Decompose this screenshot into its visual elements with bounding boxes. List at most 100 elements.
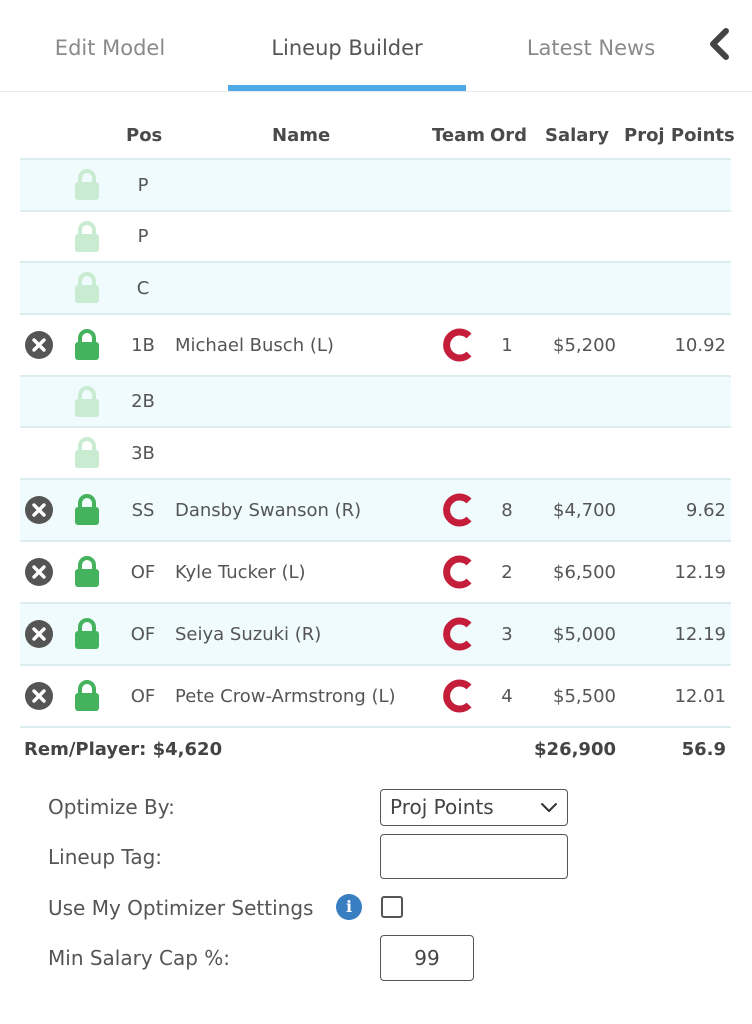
row-proj-points	[640, 212, 726, 261]
lock-player-button[interactable]	[73, 480, 103, 540]
row-pos: 1B	[131, 334, 155, 356]
row-salary: $6,500	[553, 561, 616, 583]
header-team: Team	[432, 125, 485, 146]
lock-icon	[73, 680, 101, 712]
tab-bar: Edit Model Lineup Builder Latest News	[0, 0, 752, 92]
row-pos: OF	[130, 561, 156, 583]
row-salary	[525, 160, 616, 210]
row-player-name[interactable]: Michael Busch (L)	[175, 315, 425, 375]
row-player-name	[175, 212, 425, 261]
row-proj-points	[640, 263, 726, 313]
row-player-name	[175, 263, 425, 313]
header-name: Name	[272, 125, 331, 146]
lock-icon	[73, 329, 101, 361]
row-salary: $5,200	[553, 334, 616, 356]
lock-player-button[interactable]	[73, 542, 103, 602]
table-row: 1B Michael Busch (L) 1 $5,200 10.92	[20, 315, 731, 377]
remove-player-button[interactable]	[24, 666, 56, 726]
row-batting-order: 2	[501, 561, 513, 583]
lock-player-button[interactable]	[73, 428, 103, 478]
use-optimizer-settings-label: Use My Optimizer Settings	[48, 896, 314, 920]
remove-player-button[interactable]	[24, 542, 56, 602]
row-player-name[interactable]: Seiya Suzuki (R)	[175, 604, 425, 664]
row-proj-points: 12.01	[674, 685, 726, 707]
lock-player-button[interactable]	[73, 212, 103, 261]
row-pos: 3B	[131, 442, 155, 464]
lock-player-button[interactable]	[73, 160, 103, 210]
lock-icon	[73, 494, 101, 526]
totals-row: Rem/Player: $4,620 $26,900 56.9	[20, 730, 731, 770]
team-logo	[438, 315, 478, 375]
lock-player-button[interactable]	[73, 263, 103, 313]
lock-icon	[73, 618, 101, 650]
row-salary: $5,500	[553, 685, 616, 707]
lineup-tag-label: Lineup Tag:	[48, 845, 163, 869]
lock-player-button[interactable]	[73, 604, 103, 664]
lock-icon	[73, 272, 101, 304]
table-row: P	[20, 212, 731, 263]
row-proj-points: 12.19	[674, 561, 726, 583]
row-player-name[interactable]: Kyle Tucker (L)	[175, 542, 425, 602]
row-player-name	[175, 377, 425, 426]
team-logo	[438, 480, 478, 540]
lock-icon	[73, 556, 101, 588]
table-row: P	[20, 160, 731, 212]
table-row: C	[20, 263, 731, 315]
cubs-c-logo-icon	[440, 617, 476, 651]
remove-player-button[interactable]	[24, 315, 56, 375]
cubs-c-logo-icon	[440, 679, 476, 713]
row-salary	[525, 263, 616, 313]
table-body: P P C 1B Michael Busch (L) 1 $5,200 10.92 2B 3B SS…	[20, 160, 731, 728]
row-player-name[interactable]: Pete Crow-Armstrong (L)	[175, 666, 425, 726]
row-salary: $4,700	[553, 499, 616, 521]
header-ord: Ord	[490, 125, 528, 146]
optimize-by-select[interactable]: Proj Points	[380, 789, 568, 826]
lock-player-button[interactable]	[73, 315, 103, 375]
header-salary: Salary	[545, 125, 610, 146]
team-logo	[438, 542, 478, 602]
row-salary	[525, 212, 616, 261]
tab-edit-model[interactable]: Edit Model	[20, 0, 200, 92]
min-salary-cap-input[interactable]: 99	[380, 935, 474, 981]
lock-icon	[73, 220, 101, 253]
tab-lineup-builder[interactable]: Lineup Builder	[228, 0, 466, 92]
info-icon[interactable]: i	[336, 894, 362, 920]
row-proj-points: 12.19	[674, 623, 726, 645]
row-batting-order: 4	[501, 685, 513, 707]
row-batting-order: 3	[501, 623, 513, 645]
lineup-builder-panel: Edit Model Lineup Builder Latest News Po…	[0, 0, 752, 1024]
remove-player-button[interactable]	[24, 604, 56, 664]
chevron-left-icon	[710, 28, 729, 60]
team-logo	[438, 604, 478, 664]
tab-latest-news[interactable]: Latest News	[500, 0, 682, 92]
collapse-panel-button[interactable]	[704, 26, 736, 62]
row-proj-points	[640, 428, 726, 478]
row-batting-order	[494, 428, 520, 478]
x-circle-icon	[24, 495, 54, 525]
x-circle-icon	[24, 681, 54, 711]
row-salary: $5,000	[553, 623, 616, 645]
row-batting-order	[494, 160, 520, 210]
team-logo	[438, 666, 478, 726]
x-circle-icon	[24, 557, 54, 587]
lineup-tag-input[interactable]	[380, 834, 568, 879]
row-player-name	[175, 428, 425, 478]
lock-player-button[interactable]	[73, 666, 103, 726]
chevron-down-icon	[541, 803, 557, 812]
row-batting-order: 1	[501, 334, 513, 356]
row-player-name[interactable]: Dansby Swanson (R)	[175, 480, 425, 540]
lock-player-button[interactable]	[73, 377, 103, 426]
lock-icon	[73, 437, 101, 469]
table-header: Pos Name Team Ord Salary Proj Points	[20, 110, 735, 160]
cubs-c-logo-icon	[440, 555, 476, 589]
row-proj-points: 9.62	[685, 499, 726, 521]
table-row: SS Dansby Swanson (R) 8 $4,700 9.62	[20, 480, 731, 542]
row-pos: P	[137, 226, 149, 247]
total-salary: $26,900	[534, 739, 616, 760]
table-row: 3B	[20, 428, 731, 480]
remove-player-button[interactable]	[24, 480, 56, 540]
table-row: 2B	[20, 377, 731, 428]
use-optimizer-settings-checkbox[interactable]	[381, 896, 403, 918]
header-pos: Pos	[126, 125, 163, 146]
row-batting-order	[494, 212, 520, 261]
